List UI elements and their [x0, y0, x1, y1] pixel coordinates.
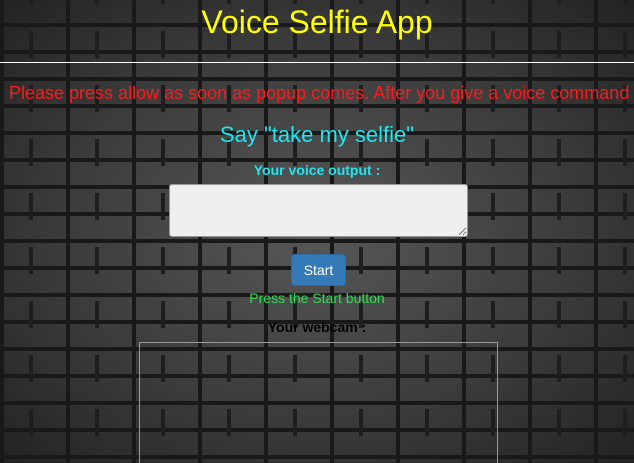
- webcam-label: Your webcam :: [267, 319, 367, 335]
- start-button[interactable]: Start: [291, 254, 346, 286]
- status-text: Press the Start button: [249, 290, 385, 306]
- voice-output-label: Your voice output :: [253, 162, 381, 178]
- webcam-view: [139, 342, 498, 463]
- title-divider: [0, 62, 634, 63]
- command-hint: Say "take my selfie": [219, 122, 415, 147]
- voice-output-field[interactable]: [169, 184, 468, 237]
- instruction-text: Please press allow as soon as popup come…: [9, 83, 630, 103]
- app-title: Voice Selfie App: [201, 4, 433, 40]
